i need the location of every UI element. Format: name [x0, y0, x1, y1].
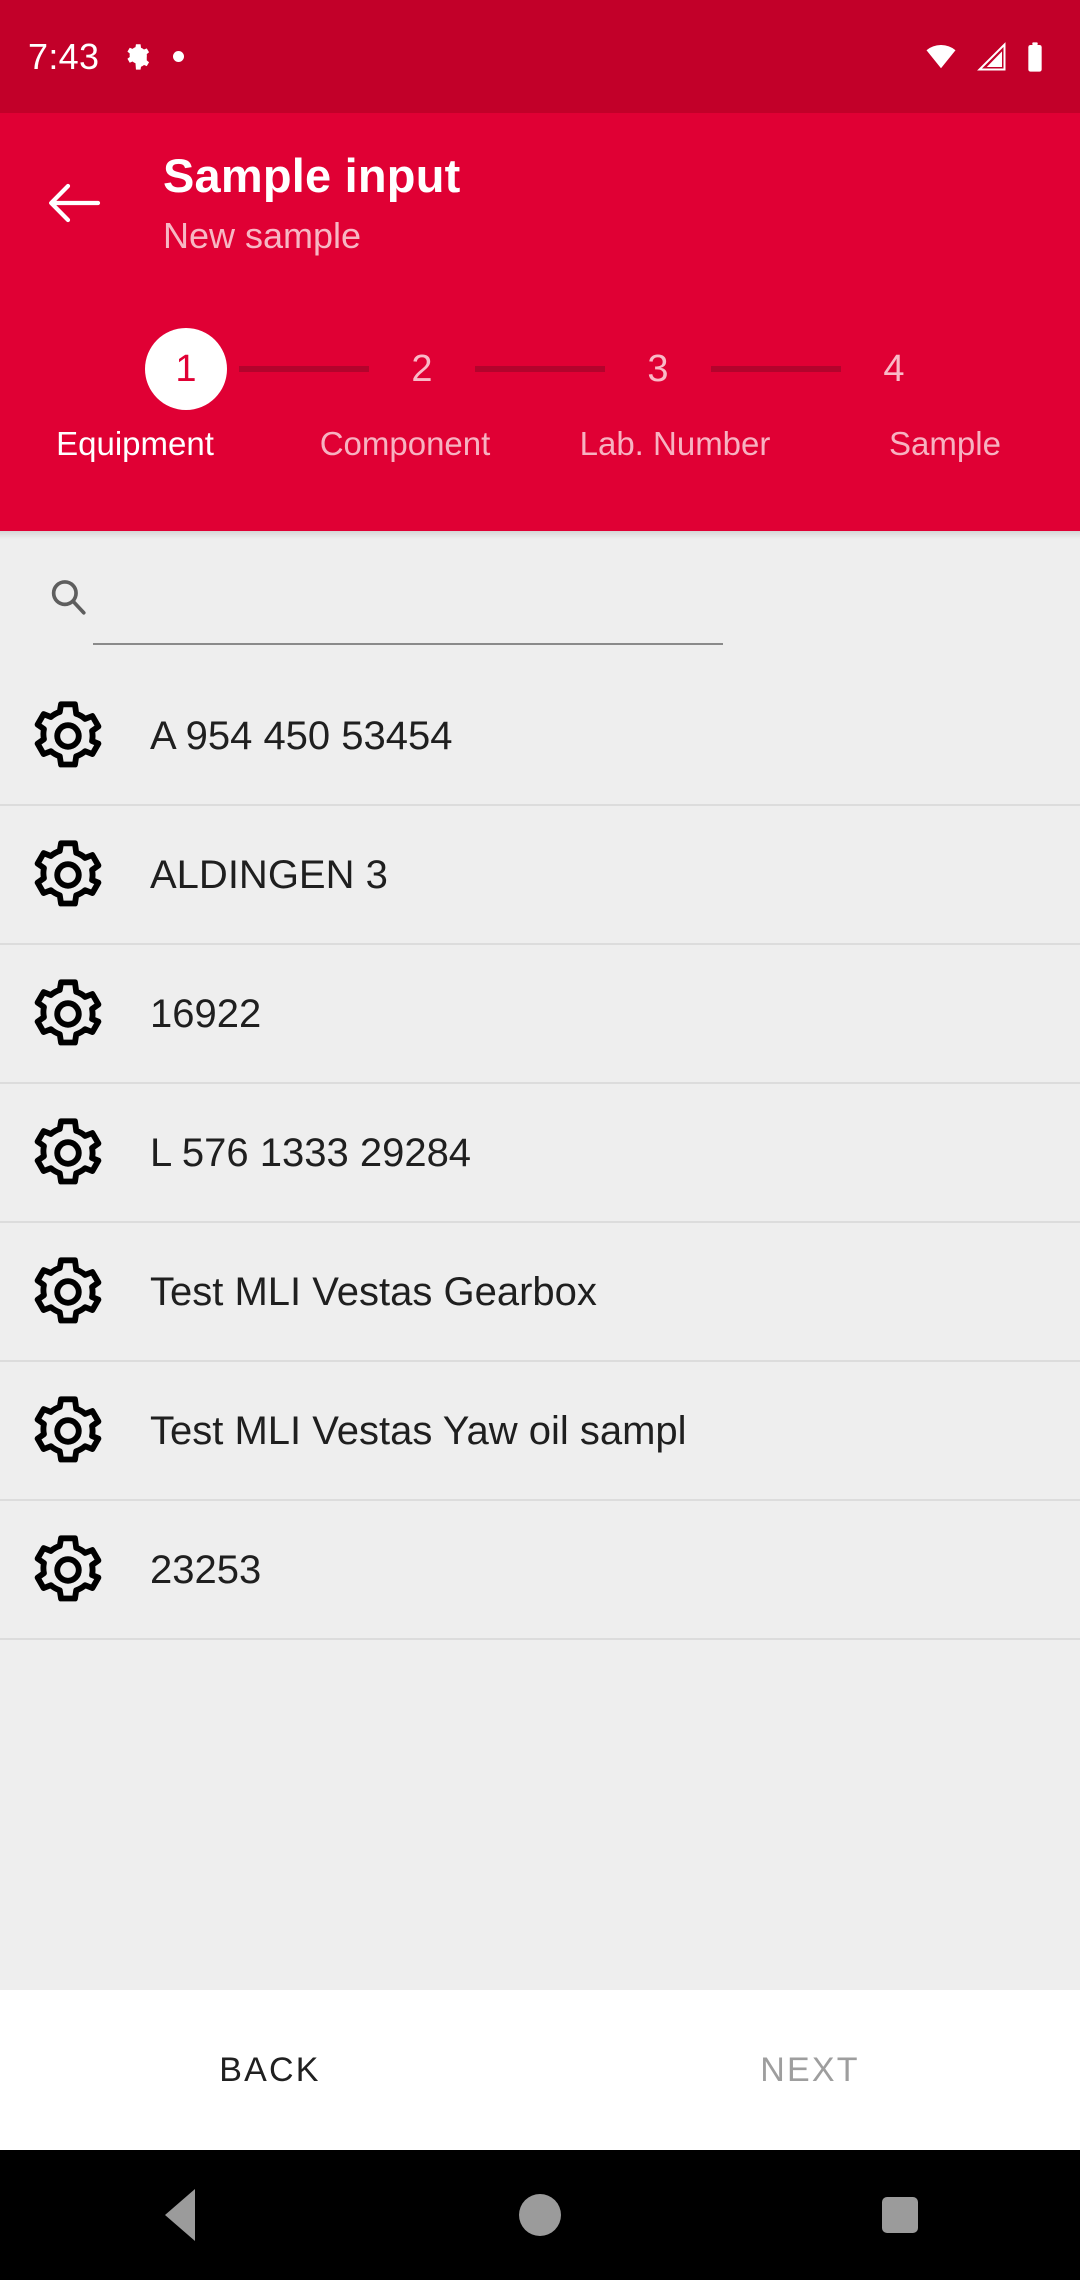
gear-icon: [30, 1115, 106, 1191]
list-item-label: Test MLI Vestas Yaw oil sampl: [150, 1408, 687, 1453]
page-subtitle: New sample: [163, 215, 362, 257]
next-button-footer[interactable]: NEXT: [540, 2051, 1080, 2090]
nav-back-button[interactable]: [0, 2189, 360, 2241]
gear-icon: [30, 1393, 106, 1469]
step-label-equipment: Equipment: [56, 425, 214, 462]
wizard-footer: BACK NEXT: [0, 1990, 1080, 2150]
status-bar-right: [922, 41, 1046, 73]
back-button-footer[interactable]: BACK: [0, 2051, 540, 2090]
nav-home-button[interactable]: [360, 2194, 720, 2236]
app-bar-top: Sample input New sample: [0, 113, 1080, 303]
stepper-numbers: 1 2 3 4: [0, 328, 1080, 410]
android-navigation-bar: [0, 2150, 1080, 2280]
step-label-lab-number: Lab. Number: [579, 425, 771, 462]
step-indicator-4[interactable]: 4: [853, 328, 935, 410]
arrow-left-icon: [46, 180, 102, 226]
step-connector-3: [711, 366, 841, 372]
step-connector-1: [239, 366, 369, 372]
step-label-component: Component: [319, 425, 491, 462]
list-item[interactable]: L 576 1333 29284: [0, 1084, 1080, 1223]
content-area: A 954 450 53454 ALDINGEN 3 16922 L 576 1…: [0, 531, 1080, 1990]
list-item[interactable]: Test MLI Vestas Gearbox: [0, 1223, 1080, 1362]
search-icon: [47, 576, 89, 618]
step-indicator-3[interactable]: 3: [617, 328, 699, 410]
list-item-label: Test MLI Vestas Gearbox: [150, 1269, 597, 1314]
status-bar-left: 7:43: [28, 35, 185, 77]
gear-icon: [30, 976, 106, 1052]
list-item-label: 16922: [150, 991, 262, 1036]
gear-icon: [121, 42, 151, 72]
list-item[interactable]: 23253: [0, 1501, 1080, 1640]
status-bar-clock: 7:43: [28, 35, 100, 77]
app-bar-titles: Sample input New sample: [163, 151, 460, 256]
step-indicator-1[interactable]: 1: [145, 328, 227, 410]
list-item[interactable]: A 954 450 53454: [0, 667, 1080, 806]
status-bar: 7:43: [0, 0, 1080, 113]
list-item-label: 23253: [150, 1547, 262, 1592]
wifi-icon: [922, 42, 960, 72]
nav-recents-button[interactable]: [720, 2197, 1080, 2233]
back-button[interactable]: [34, 163, 114, 243]
gear-icon: [30, 1532, 106, 1608]
list-item[interactable]: Test MLI Vestas Yaw oil sampl: [0, 1362, 1080, 1501]
phone-screen: 7:43 Sample input New sample 1 2 3 4 Equ…: [0, 0, 1080, 2280]
list-item[interactable]: ALDINGEN 3: [0, 806, 1080, 945]
battery-icon: [1024, 41, 1046, 73]
gear-icon: [30, 837, 106, 913]
square-recents-icon: [882, 2197, 918, 2233]
list-item-label: ALDINGEN 3: [150, 852, 388, 897]
app-bar: Sample input New sample 1 2 3 4 Equipmen…: [0, 113, 1080, 531]
stepper-labels: Equipment Component Lab. Number Sample: [0, 424, 1080, 464]
step-indicator-2[interactable]: 2: [381, 328, 463, 410]
list-item-label: A 954 450 53454: [150, 713, 453, 758]
dot-indicator-icon: [173, 51, 185, 62]
gear-icon: [30, 698, 106, 774]
stepper: 1 2 3 4 Equipment Component Lab. Number …: [0, 328, 1080, 508]
equipment-list: A 954 450 53454 ALDINGEN 3 16922 L 576 1…: [0, 667, 1080, 1640]
cellular-signal-icon: [974, 41, 1010, 72]
step-label-sample: Sample: [889, 425, 1001, 462]
search-input[interactable]: [93, 553, 723, 645]
list-item[interactable]: 16922: [0, 945, 1080, 1084]
page-title: Sample input: [163, 149, 461, 202]
triangle-back-icon: [165, 2189, 195, 2241]
step-connector-2: [475, 366, 605, 372]
list-item-label: L 576 1333 29284: [150, 1130, 472, 1175]
circle-home-icon: [519, 2194, 561, 2236]
search-bar: [0, 531, 1080, 667]
gear-icon: [30, 1254, 106, 1330]
